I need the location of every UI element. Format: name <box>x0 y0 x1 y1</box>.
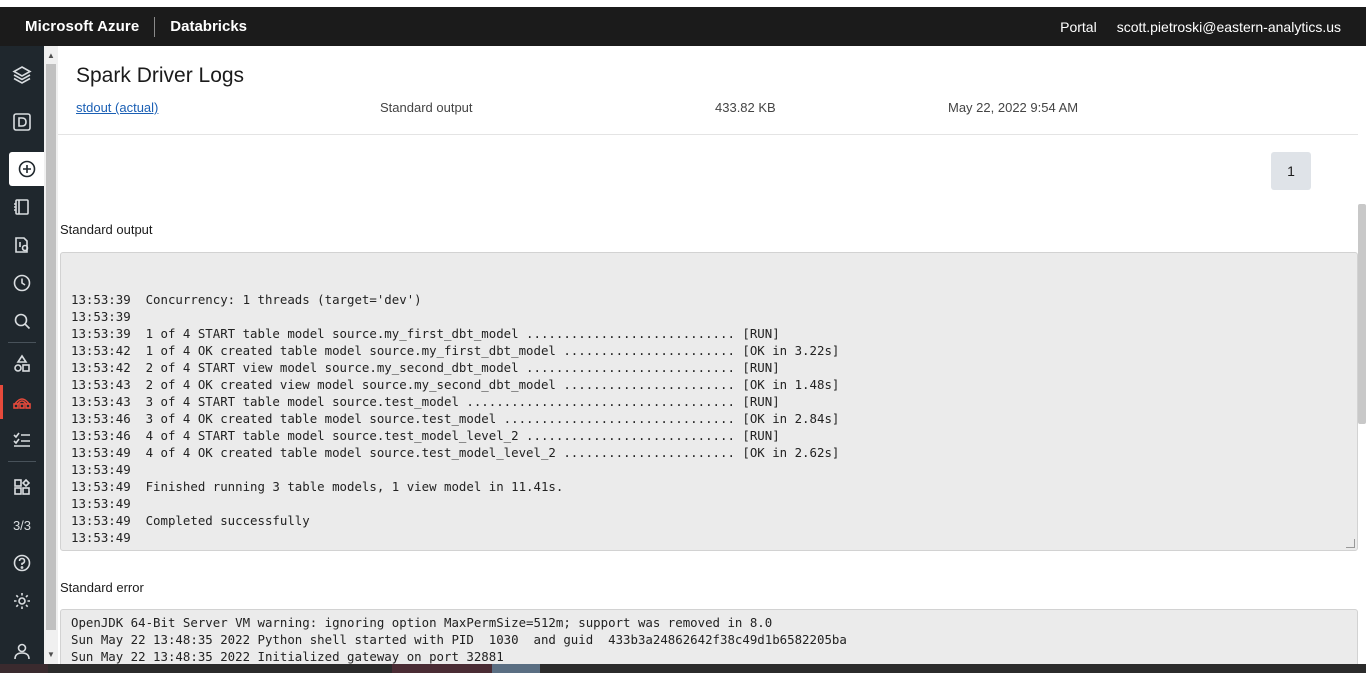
stdout-log-line: 13:53:39 <box>71 309 131 324</box>
main-content: Spark Driver Logs stdout (actual) Standa… <box>58 46 1366 673</box>
stdout-log-line: 13:53:43 2 of 4 OK created view model so… <box>71 377 840 392</box>
header-right: Portal scott.pietroski@eastern-analytics… <box>1060 19 1366 35</box>
stdout-log-line: 13:53:49 <box>71 496 131 511</box>
scrollbar-thumb[interactable] <box>46 64 56 630</box>
stderr-section-label: Standard error <box>60 580 144 595</box>
stdout-log-line: 13:53:46 4 of 4 START table model source… <box>71 428 780 443</box>
recents-clock-icon[interactable] <box>0 266 44 300</box>
stdout-log-line: 13:53:49 <box>71 530 131 545</box>
content-scrollbar-thumb[interactable] <box>1358 204 1366 424</box>
stdout-log-line: 13:53:49 Done. PASS=4 WARN=0 ERROR=0 SKI… <box>71 546 1347 550</box>
page-title: Spark Driver Logs <box>76 64 245 87</box>
sidebar-divider-2 <box>8 461 36 462</box>
workspace-icon[interactable] <box>0 190 44 224</box>
azure-header: Microsoft Azure Databricks Portal scott.… <box>0 7 1366 46</box>
stderr-log-line: Sun May 22 13:48:35 2022 Initialized gat… <box>71 649 504 664</box>
stdout-log-line: 13:53:39 1 of 4 START table model source… <box>71 326 780 341</box>
sidebar-divider <box>8 342 36 343</box>
create-plus-icon[interactable] <box>9 152 44 186</box>
product-label[interactable]: Databricks <box>170 18 247 35</box>
taskbar-app-1[interactable] <box>392 664 492 673</box>
stdout-log-line: 13:53:49 4 of 4 OK created table model s… <box>71 445 840 460</box>
brand-label[interactable]: Microsoft Azure <box>25 18 139 35</box>
stdout-log-line: 13:53:46 3 of 4 OK created table model s… <box>71 411 840 426</box>
log-file-date: May 22, 2022 9:54 AM <box>948 100 1079 115</box>
log-file-link[interactable]: stdout (actual) <box>76 100 158 115</box>
jobs-list-icon[interactable] <box>0 423 44 457</box>
sidebar-scrollbar[interactable]: ▲ ▼ <box>44 46 58 673</box>
repos-icon[interactable] <box>0 228 44 262</box>
step-counter-label: 3/3 <box>12 517 32 533</box>
stdout-log-line: 13:53:49 Finished running 3 table models… <box>71 479 564 494</box>
layers-icon[interactable] <box>0 58 44 92</box>
pagination-page-button[interactable]: 1 <box>1271 152 1311 190</box>
sidebar: 3/3 <box>0 46 44 673</box>
stdout-log-line: 13:53:49 <box>71 462 131 477</box>
resize-grip-icon[interactable] <box>1346 539 1355 548</box>
partner-connect-icon[interactable] <box>0 470 44 504</box>
data-shapes-icon[interactable] <box>0 347 44 381</box>
user-account-label[interactable]: scott.pietroski@eastern-analytics.us <box>1117 19 1341 35</box>
portal-link[interactable]: Portal <box>1060 19 1097 35</box>
stderr-log-line: OpenJDK 64-Bit Server VM warning: ignori… <box>71 615 773 630</box>
taskbar-start[interactable] <box>0 664 48 673</box>
stdout-log-textarea[interactable]: 13:53:39 Concurrency: 1 threads (target=… <box>60 252 1358 551</box>
databricks-d-icon[interactable] <box>0 105 44 139</box>
stdout-log-line: 13:53:49 Completed successfully <box>71 513 310 528</box>
stdout-log-line: 13:53:43 3 of 4 START table model source… <box>71 394 780 409</box>
stdout-log-line: 13:53:42 2 of 4 START view model source.… <box>71 360 780 375</box>
os-taskbar <box>0 664 1366 673</box>
stdout-log-line: 13:53:39 Concurrency: 1 threads (target=… <box>71 292 422 307</box>
stdout-section-label: Standard output <box>60 222 153 237</box>
taskbar-app-2[interactable] <box>492 664 540 673</box>
help-icon[interactable] <box>0 546 44 580</box>
scroll-down-arrow-icon[interactable]: ▼ <box>47 650 55 659</box>
search-icon[interactable] <box>0 304 44 338</box>
scroll-up-arrow-icon[interactable]: ▲ <box>47 51 55 60</box>
log-file-size: 433.82 KB <box>715 100 776 115</box>
header-divider <box>154 16 156 37</box>
stderr-log-line: Sun May 22 13:48:35 2022 Python shell st… <box>71 632 847 647</box>
settings-gear-icon[interactable] <box>0 584 44 618</box>
stdout-log-line: 13:53:42 1 of 4 OK created table model s… <box>71 343 840 358</box>
log-file-row: stdout (actual) Standard output 433.82 K… <box>58 98 1358 135</box>
step-counter: 3/3 <box>0 508 44 542</box>
user-account-icon[interactable] <box>0 634 44 668</box>
compute-icon[interactable] <box>0 385 44 419</box>
log-file-type: Standard output <box>380 100 473 115</box>
